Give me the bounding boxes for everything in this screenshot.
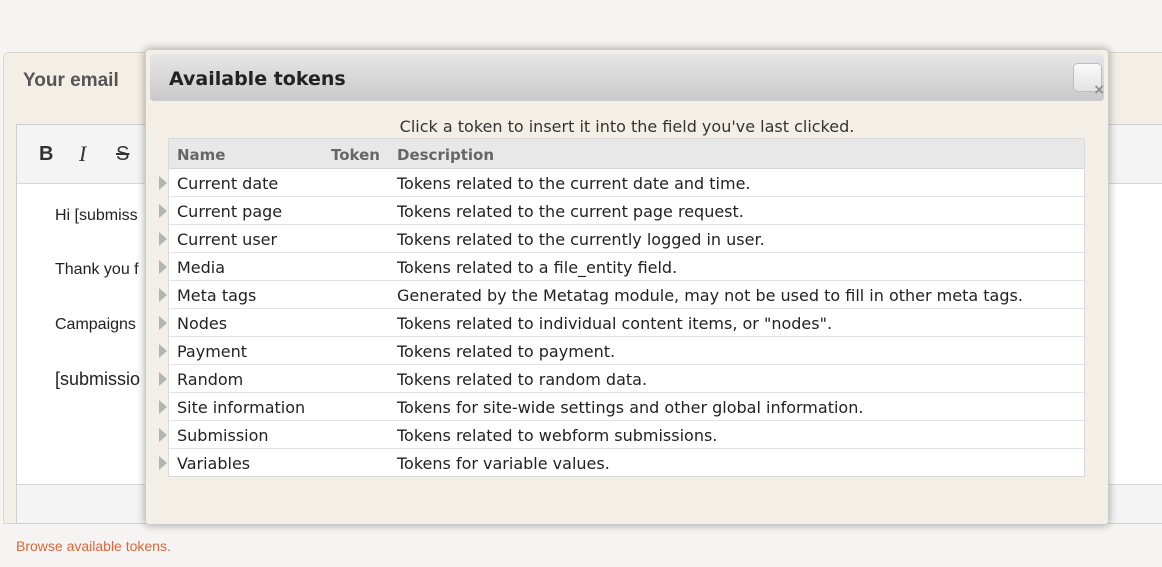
expand-arrow-icon[interactable] bbox=[159, 204, 167, 218]
token-group-name[interactable]: Submission bbox=[177, 426, 269, 445]
token-group-description: Tokens for variable values. bbox=[397, 454, 610, 473]
editor-text-line: [submissio bbox=[55, 369, 141, 389]
table-row[interactable]: Payment Tokens related to payment. bbox=[159, 337, 1084, 365]
strikethrough-button[interactable]: S bbox=[116, 143, 129, 166]
token-group-name[interactable]: Current date bbox=[177, 174, 278, 193]
expand-arrow-icon[interactable] bbox=[159, 400, 167, 414]
table-row[interactable]: Media Tokens related to a file_entity fie… bbox=[159, 253, 1084, 281]
editor-text-line: Campaigns bbox=[55, 316, 136, 333]
token-group-description: Tokens related to individual content ite… bbox=[397, 314, 833, 333]
editor-text-line: Hi [submiss bbox=[55, 207, 138, 224]
column-header-name: Name bbox=[177, 146, 226, 164]
token-group-name[interactable]: Site information bbox=[177, 398, 305, 417]
token-group-name[interactable]: Random bbox=[177, 370, 243, 389]
token-group-description: Tokens for site-wide settings and other … bbox=[397, 398, 864, 417]
available-tokens-dialog: Available tokens × Click a token to inse… bbox=[145, 49, 1109, 525]
token-group-name[interactable]: Nodes bbox=[177, 314, 227, 333]
dialog-instruction: Click a token to insert it into the fiel… bbox=[399, 117, 855, 136]
table-row[interactable]: Variables Tokens for variable values. bbox=[159, 449, 1084, 476]
expand-arrow-icon[interactable] bbox=[159, 344, 167, 358]
token-group-name[interactable]: Meta tags bbox=[177, 286, 256, 305]
email-panel-title: Your email bbox=[23, 70, 119, 91]
table-row[interactable]: Submission Tokens related to webform subm… bbox=[159, 421, 1084, 449]
token-group-name[interactable]: Current user bbox=[177, 230, 277, 249]
token-group-description: Tokens related to the current date and t… bbox=[397, 174, 751, 193]
expand-arrow-icon[interactable] bbox=[159, 316, 167, 330]
table-row[interactable]: Random Tokens related to random data. bbox=[159, 365, 1084, 393]
dialog-titlebar[interactable]: Available tokens × bbox=[150, 54, 1105, 101]
token-group-name[interactable]: Current page bbox=[177, 202, 282, 221]
italic-button[interactable]: I bbox=[79, 141, 86, 167]
column-header-token: Token bbox=[331, 146, 380, 164]
table-header: Name Token Description bbox=[169, 139, 1084, 169]
dialog-title: Available tokens bbox=[169, 68, 346, 90]
browse-tokens-link[interactable]: Browse available tokens. bbox=[16, 538, 171, 554]
table-row[interactable]: Current user Tokens related to the curren… bbox=[159, 225, 1084, 253]
expand-arrow-icon[interactable] bbox=[159, 176, 167, 190]
close-icon: × bbox=[1093, 82, 1105, 98]
token-group-name[interactable]: Variables bbox=[177, 454, 250, 473]
token-group-description: Tokens related to a file_entity field. bbox=[397, 258, 678, 277]
expand-arrow-icon[interactable] bbox=[159, 232, 167, 246]
editor-text-line: Thank you f bbox=[55, 261, 139, 278]
token-group-description: Tokens related to payment. bbox=[397, 342, 616, 361]
bold-button[interactable]: B bbox=[39, 143, 53, 166]
table-row[interactable]: Meta tags Generated by the Metatag module… bbox=[159, 281, 1084, 309]
table-row[interactable]: Nodes Tokens related to individual conten… bbox=[159, 309, 1084, 337]
table-row[interactable]: Site information Tokens for site-wide set… bbox=[159, 393, 1084, 421]
token-group-description: Tokens related to webform submissions. bbox=[397, 426, 718, 445]
table-row[interactable]: Current page Tokens related to the curren… bbox=[159, 197, 1084, 225]
expand-arrow-icon[interactable] bbox=[159, 260, 167, 274]
token-group-description: Tokens related to the currently logged i… bbox=[397, 230, 765, 249]
token-group-name[interactable]: Payment bbox=[177, 342, 247, 361]
expand-arrow-icon[interactable] bbox=[159, 372, 167, 386]
token-group-description: Generated by the Metatag module, may not… bbox=[397, 286, 1023, 305]
expand-arrow-icon[interactable] bbox=[159, 428, 167, 442]
token-group-description: Tokens related to the current page reque… bbox=[397, 202, 744, 221]
token-table: Name Token Description Current date Token… bbox=[159, 138, 1085, 477]
expand-arrow-icon[interactable] bbox=[159, 288, 167, 302]
column-header-description: Description bbox=[397, 146, 495, 164]
token-group-name[interactable]: Media bbox=[177, 258, 225, 277]
dialog-close-button[interactable]: × bbox=[1073, 63, 1105, 97]
token-group-description: Tokens related to random data. bbox=[397, 370, 648, 389]
table-row[interactable]: Current date Tokens related to the curren… bbox=[159, 169, 1084, 197]
table-body: Current date Tokens related to the curren… bbox=[159, 169, 1084, 476]
expand-arrow-icon[interactable] bbox=[159, 456, 167, 470]
